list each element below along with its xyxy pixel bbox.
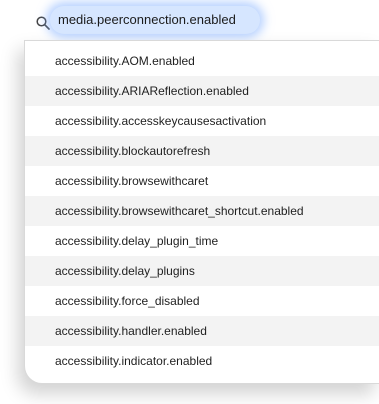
result-item[interactable]: accessibility.indicator.enabled [25,346,379,376]
result-item[interactable]: accessibility.accesskeycausesactivation [25,106,379,136]
search-icon [36,16,50,30]
result-label: accessibility.delay_plugins [55,264,195,278]
result-item[interactable]: accessibility.handler.enabled [25,316,379,346]
result-label: accessibility.ARIAReflection.enabled [55,84,249,98]
result-label: accessibility.indicator.enabled [55,354,213,368]
result-item[interactable]: accessibility.browsewithcaret [25,166,379,196]
result-label: accessibility.delay_plugin_time [55,234,219,248]
result-item[interactable]: accessibility.ARIAReflection.enabled [25,76,379,106]
result-item[interactable]: accessibility.force_disabled [25,286,379,316]
result-item[interactable]: accessibility.browsewithcaret_shortcut.e… [25,196,379,226]
result-item[interactable]: accessibility.AOM.enabled [25,46,379,76]
result-label: accessibility.browsewithcaret [55,174,209,188]
result-label: accessibility.force_disabled [55,294,200,308]
result-label: accessibility.browsewithcaret_shortcut.e… [55,204,304,218]
preferences-search-view: media.peerconnection.enabled accessibili… [0,0,379,404]
result-item[interactable]: accessibility.blockautorefresh [25,136,379,166]
result-label: accessibility.handler.enabled [55,324,207,338]
results-dropdown: accessibility.AOM.enabled accessibility.… [24,40,379,384]
result-label: accessibility.accesskeycausesactivation [55,114,267,128]
search-input[interactable]: media.peerconnection.enabled [58,12,236,27]
result-item[interactable]: accessibility.delay_plugin_time [25,226,379,256]
result-item[interactable]: accessibility.delay_plugins [25,256,379,286]
result-label: accessibility.blockautorefresh [55,144,211,158]
result-label: accessibility.AOM.enabled [55,54,195,68]
